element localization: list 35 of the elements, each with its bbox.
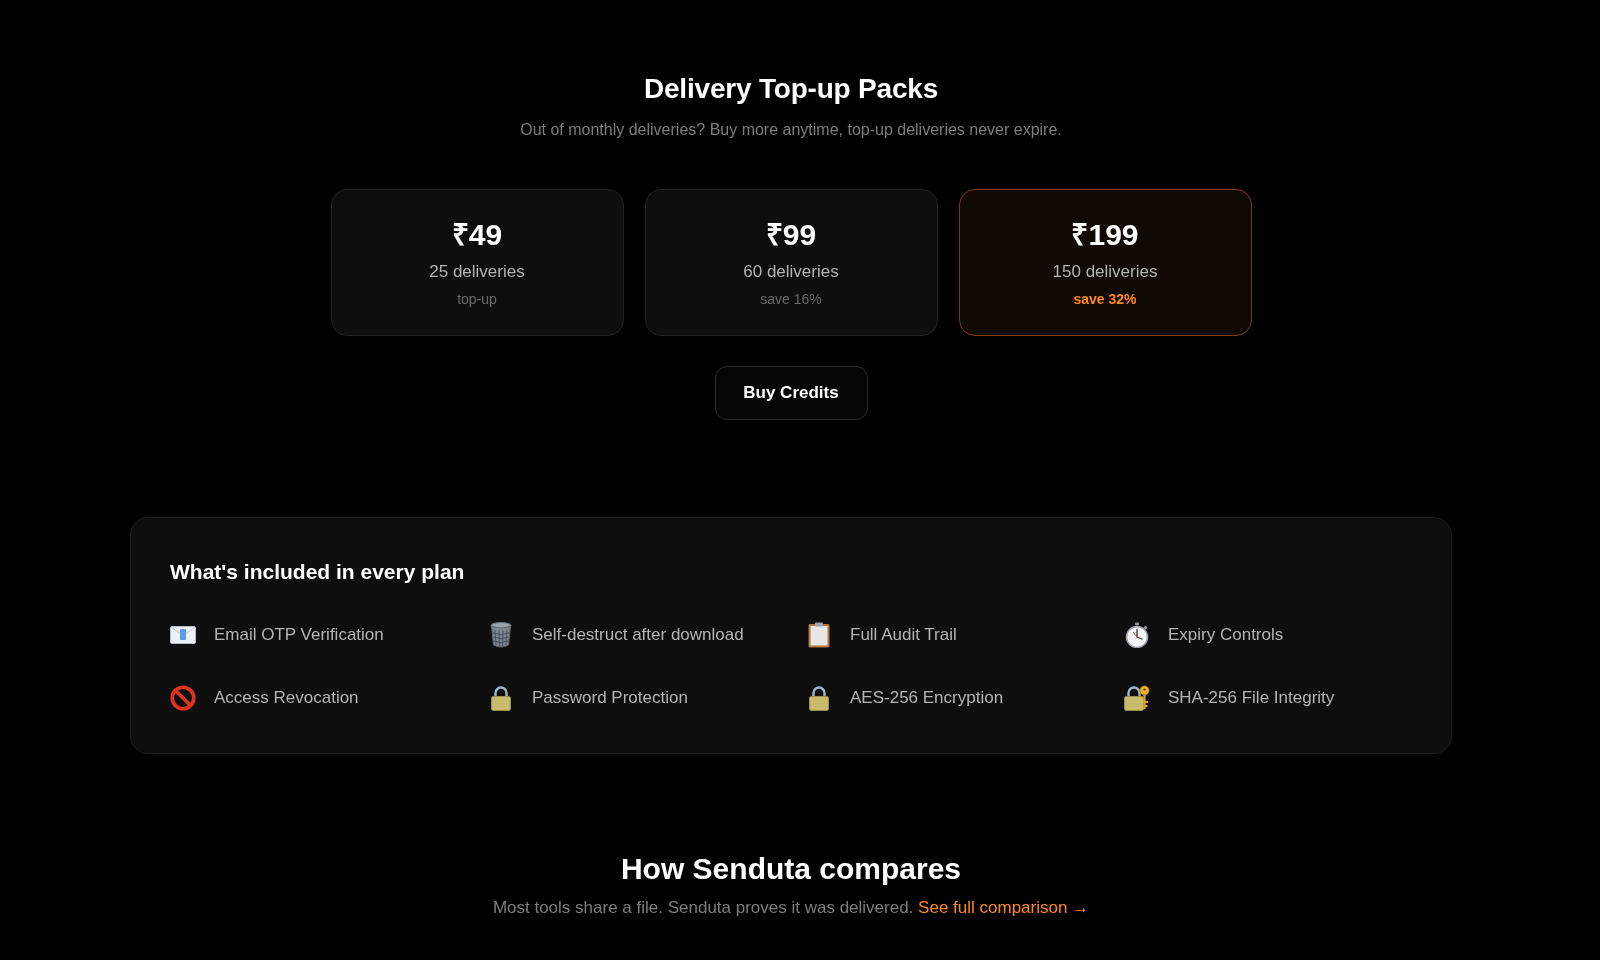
pack-price: ₹49 <box>451 217 503 253</box>
feature-label: Self-destruct after download <box>532 624 744 646</box>
feature-label: Password Protection <box>532 687 688 709</box>
pack-note: save 32% <box>1073 290 1137 309</box>
pack-card[interactable]: ₹199 150 deliveries save 32% <box>958 189 1252 336</box>
padlock-icon <box>491 685 511 711</box>
feature-label: AES-256 Encryption <box>850 687 1004 709</box>
padlock-icon <box>809 685 829 711</box>
section-subtitle: Out of monthly deliveries? Buy more anytime, top-up deliveries never expire. <box>520 120 1062 140</box>
pack-card[interactable]: ₹99 60 deliveries save 16% <box>644 189 938 336</box>
pack-card[interactable]: ₹49 25 deliveries top-up <box>330 189 624 336</box>
buy-credits-button[interactable]: Buy Credits <box>714 366 868 420</box>
prohibited-icon <box>170 685 196 711</box>
pack-deliveries: 60 deliveries <box>743 261 839 283</box>
pack-note: save 16% <box>760 290 822 309</box>
clipboard-icon <box>808 622 830 648</box>
feature-label: Email OTP Verification <box>214 624 384 646</box>
compare-title: How Senduta compares <box>620 851 962 887</box>
pack-price: ₹199 <box>1071 217 1139 253</box>
padlock-key-icon <box>1124 685 1150 711</box>
feature-label: Expiry Controls <box>1168 624 1284 646</box>
comparison-link[interactable]: See full comparison → <box>918 898 1090 917</box>
section-title: Delivery Top-up Packs <box>643 72 939 106</box>
feature-label: SHA-256 File Integrity <box>1168 687 1335 709</box>
trash-can-icon <box>490 622 512 648</box>
feature-label: Access Revocation <box>214 687 359 709</box>
pack-deliveries: 25 deliveries <box>429 261 525 283</box>
pack-note: top-up <box>457 290 497 309</box>
panel-title: What's included in every plan <box>170 559 466 585</box>
pack-price: ₹99 <box>765 217 817 253</box>
feature-label: Full Audit Trail <box>850 624 957 646</box>
compare-text: Most tools share a file. Senduta proves it was delivered. See full comparison → <box>492 897 1090 919</box>
envelope-icon <box>170 626 196 644</box>
stopwatch-icon <box>1125 622 1149 648</box>
pack-deliveries: 150 deliveries <box>1052 261 1158 283</box>
